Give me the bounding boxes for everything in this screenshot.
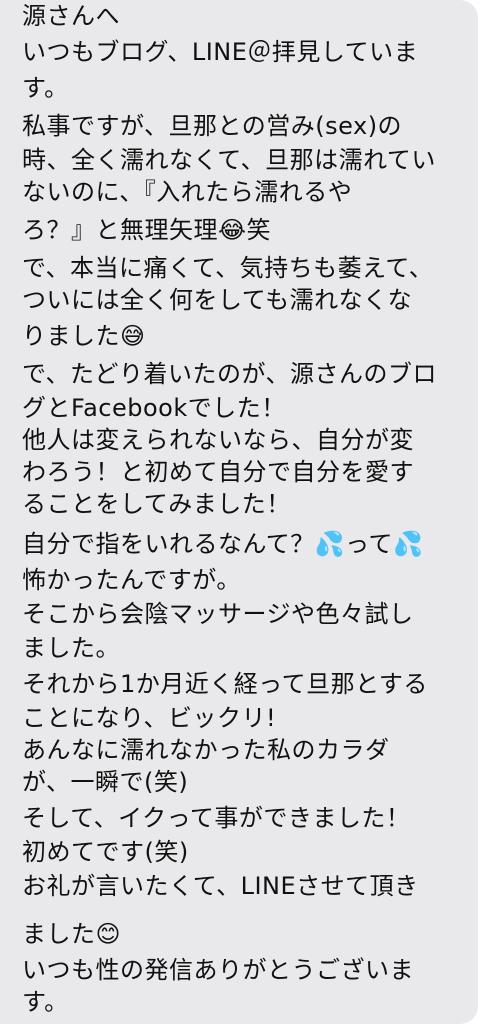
message-line: で、本当に痛くて、気持ちも萎えて、	[22, 254, 434, 282]
message-line: ことになり、ビックリ!	[22, 704, 277, 732]
message-line: 時、全く濡れなくて、旦那は濡れてい	[22, 146, 436, 174]
message-line: いつも性の発信ありがとうございま	[22, 956, 414, 984]
message-line: 初めてです(笑)	[22, 838, 189, 866]
message-line: 怖かったんですが。	[22, 566, 241, 594]
message-line: ついには全く何をしても濡れなくな	[22, 286, 413, 314]
message-line: あんなに濡れなかった私のカラダ	[22, 736, 390, 764]
message-line: ないのに、『入れたら濡れるや	[22, 178, 353, 206]
message-line: それから1か月近く経って旦那とする	[22, 670, 428, 698]
message-line: そして、イクって事ができました！	[22, 804, 411, 832]
message-line: で、たどり着いたのが、源さんのブロ	[22, 360, 438, 388]
message-line: そこから会陰マッサージや色々試し	[22, 600, 414, 628]
screen-edge	[478, 0, 500, 1024]
message-line: ることをしてみました！	[22, 490, 291, 518]
message-line: ました😊	[22, 920, 122, 948]
message-bubble: 源さんへ いつもブログ、LINE＠拝見していま す。 私事ですが、旦那との営み(…	[0, 0, 478, 1024]
message-line: が、一瞬で(笑)	[22, 768, 189, 796]
message-line: りました😅	[22, 322, 146, 350]
message-line: ろ？』と無理矢理😂笑	[22, 216, 272, 244]
message-line: 自分で指をいれるなんて？💦って💦	[22, 530, 424, 558]
message-line: 私事ですが、旦那との営み(sex)の	[22, 112, 403, 140]
message-line: す。	[22, 988, 69, 1016]
message-line: お礼が言いたくて、LINEさせて頂き	[22, 872, 419, 900]
message-line: わろう！と初めて自分で自分を愛す	[22, 458, 414, 486]
message-line: ました。	[22, 634, 120, 662]
message-line: 他人は変えられないなら、自分が変	[22, 426, 414, 454]
message-line: 源さんへ	[22, 2, 120, 30]
message-line: グとFacebookでした！	[22, 394, 286, 422]
message-line: いつもブログ、LINE＠拝見していま	[22, 38, 419, 66]
message-line: す。	[22, 74, 69, 102]
